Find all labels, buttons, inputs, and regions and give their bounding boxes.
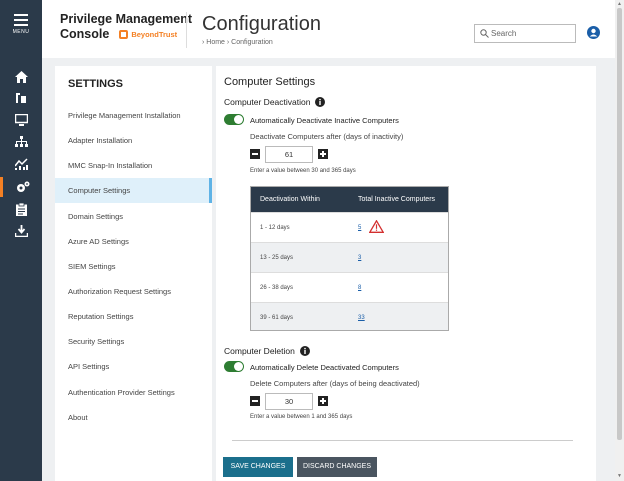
beyondtrust-logo: BeyondTrust bbox=[119, 29, 178, 39]
table-header: Deactivation Within Total Inactive Compu… bbox=[251, 187, 448, 212]
range-cell: 13 - 25 days bbox=[260, 255, 294, 261]
nav-tools[interactable] bbox=[0, 88, 42, 108]
nav-configuration[interactable] bbox=[0, 177, 42, 197]
clipboard-icon bbox=[15, 202, 27, 216]
left-navigation: MENU bbox=[0, 0, 42, 481]
count-link[interactable]: 5 bbox=[358, 225, 361, 231]
header-divider bbox=[186, 12, 187, 48]
settings-item-api-settings[interactable]: API Settings bbox=[55, 354, 212, 379]
settings-sidebar: SETTINGS Privilege Management Installati… bbox=[55, 66, 212, 481]
panel-title: Computer Settings bbox=[224, 76, 316, 88]
scrollbar-thumb[interactable] bbox=[617, 8, 622, 440]
delete-toggle-label: Automatically Delete Deactivated Compute… bbox=[250, 363, 399, 372]
settings-item-security-settings[interactable]: Security Settings bbox=[55, 329, 212, 354]
deactivate-days-input[interactable]: 61 bbox=[265, 146, 313, 163]
settings-item-authentication-provider-settings[interactable]: Authentication Provider Settings bbox=[55, 380, 212, 405]
deletion-title-text: Computer Deletion bbox=[224, 346, 295, 356]
settings-title: SETTINGS bbox=[68, 78, 124, 90]
range-cell: 39 - 61 days bbox=[260, 315, 294, 321]
page-title: Configuration bbox=[202, 13, 321, 35]
range-cell: 26 - 38 days bbox=[260, 285, 294, 291]
count-link[interactable]: 3 bbox=[358, 255, 361, 261]
deactivate-toggle-label: Automatically Deactivate Inactive Comput… bbox=[250, 116, 399, 125]
column-header-deactivation-within: Deactivation Within bbox=[260, 196, 320, 203]
home-icon bbox=[14, 71, 28, 83]
scroll-down-arrow-icon[interactable]: ▼ bbox=[617, 473, 622, 479]
minus-icon[interactable] bbox=[250, 396, 260, 406]
info-icon[interactable] bbox=[315, 97, 326, 107]
download-icon bbox=[14, 225, 28, 237]
settings-item-siem-settings[interactable]: SIEM Settings bbox=[55, 254, 212, 279]
deactivate-days-hint: Enter a value between 30 and 365 days bbox=[250, 168, 356, 174]
info-icon[interactable] bbox=[299, 346, 310, 356]
count-link[interactable]: 8 bbox=[358, 285, 361, 291]
deactivate-days-stepper: 61 bbox=[250, 146, 330, 163]
minus-icon[interactable] bbox=[250, 149, 260, 159]
settings-gear-icon bbox=[16, 181, 29, 192]
nav-analytics[interactable] bbox=[0, 154, 42, 174]
settings-item-reputation-settings[interactable]: Reputation Settings bbox=[55, 304, 212, 329]
table-row: 39 - 61 days 33 bbox=[251, 302, 448, 330]
settings-item-mmc-snap-in-installation[interactable]: MMC Snap-In Installation bbox=[55, 153, 212, 178]
table-row: 13 - 25 days 3 bbox=[251, 242, 448, 272]
tools-icon bbox=[16, 93, 26, 103]
nav-computers[interactable] bbox=[0, 110, 42, 130]
delete-toggle[interactable] bbox=[224, 361, 244, 372]
table-row: 1 - 12 days 5 bbox=[251, 212, 448, 242]
deactivate-days-label: Deactivate Computers after (days of inac… bbox=[250, 132, 404, 141]
discard-changes-button[interactable]: DISCARD CHANGES bbox=[297, 457, 377, 477]
page-scrollbar[interactable]: ▲ ▼ bbox=[615, 0, 624, 481]
product-name: Privilege Management bbox=[60, 12, 192, 26]
nav-groups[interactable] bbox=[0, 132, 42, 152]
user-account-button[interactable] bbox=[587, 26, 600, 44]
plus-icon[interactable] bbox=[318, 396, 328, 406]
settings-item-privilege-management-installation[interactable]: Privilege Management Installation bbox=[55, 103, 212, 128]
org-chart-icon bbox=[14, 136, 28, 147]
settings-item-about[interactable]: About bbox=[55, 405, 212, 430]
nav-downloads[interactable] bbox=[0, 221, 42, 241]
deactivate-toggle[interactable] bbox=[224, 114, 244, 125]
search-input[interactable]: Search bbox=[474, 24, 576, 43]
hamburger-icon bbox=[14, 14, 28, 26]
brand-name: BeyondTrust bbox=[131, 29, 178, 39]
monitor-icon bbox=[14, 114, 28, 126]
range-cell: 1 - 12 days bbox=[260, 225, 290, 231]
product-name-line2: Console bbox=[60, 27, 110, 41]
beyondtrust-logo-icon bbox=[119, 29, 129, 39]
product-subtitle: Console BeyondTrust bbox=[60, 27, 177, 41]
nav-reports[interactable] bbox=[0, 199, 42, 219]
menu-label: MENU bbox=[12, 29, 30, 35]
search-placeholder: Search bbox=[491, 29, 517, 38]
analytics-icon bbox=[14, 158, 28, 170]
count-link[interactable]: 33 bbox=[358, 315, 365, 321]
header: Privilege Management Console BeyondTrust… bbox=[42, 0, 624, 58]
deactivation-title-text: Computer Deactivation bbox=[224, 97, 311, 107]
computer-settings-panel: Computer Settings Computer Deactivation … bbox=[216, 66, 596, 481]
column-header-total-inactive: Total Inactive Computers bbox=[358, 196, 436, 203]
settings-item-computer-settings[interactable]: Computer Settings bbox=[55, 178, 212, 203]
divider bbox=[232, 440, 573, 441]
settings-item-authorization-request-settings[interactable]: Authorization Request Settings bbox=[55, 279, 212, 304]
menu-button[interactable]: MENU bbox=[0, 14, 42, 44]
settings-item-azure-ad-settings[interactable]: Azure AD Settings bbox=[55, 229, 212, 254]
save-changes-button[interactable]: SAVE CHANGES bbox=[223, 457, 293, 477]
table-row: 26 - 38 days 8 bbox=[251, 272, 448, 302]
search-icon bbox=[480, 29, 489, 38]
nav-home[interactable] bbox=[0, 67, 42, 87]
delete-days-stepper: 30 bbox=[250, 393, 330, 410]
deletion-section-title: Computer Deletion bbox=[224, 346, 310, 356]
inactive-computers-table: Deactivation Within Total Inactive Compu… bbox=[250, 186, 449, 331]
deactivation-section-title: Computer Deactivation bbox=[224, 97, 326, 107]
delete-days-hint: Enter a value between 1 and 365 days bbox=[250, 414, 353, 420]
user-icon bbox=[587, 26, 600, 39]
settings-item-adapter-installation[interactable]: Adapter Installation bbox=[55, 128, 212, 153]
settings-item-domain-settings[interactable]: Domain Settings bbox=[55, 204, 212, 229]
delete-days-label: Delete Computers after (days of being de… bbox=[250, 379, 420, 388]
plus-icon[interactable] bbox=[318, 149, 328, 159]
warning-icon bbox=[369, 220, 384, 233]
scroll-up-arrow-icon[interactable]: ▲ bbox=[617, 1, 622, 7]
breadcrumb[interactable]: › Home › Configuration bbox=[202, 39, 273, 46]
delete-days-input[interactable]: 30 bbox=[265, 393, 313, 410]
